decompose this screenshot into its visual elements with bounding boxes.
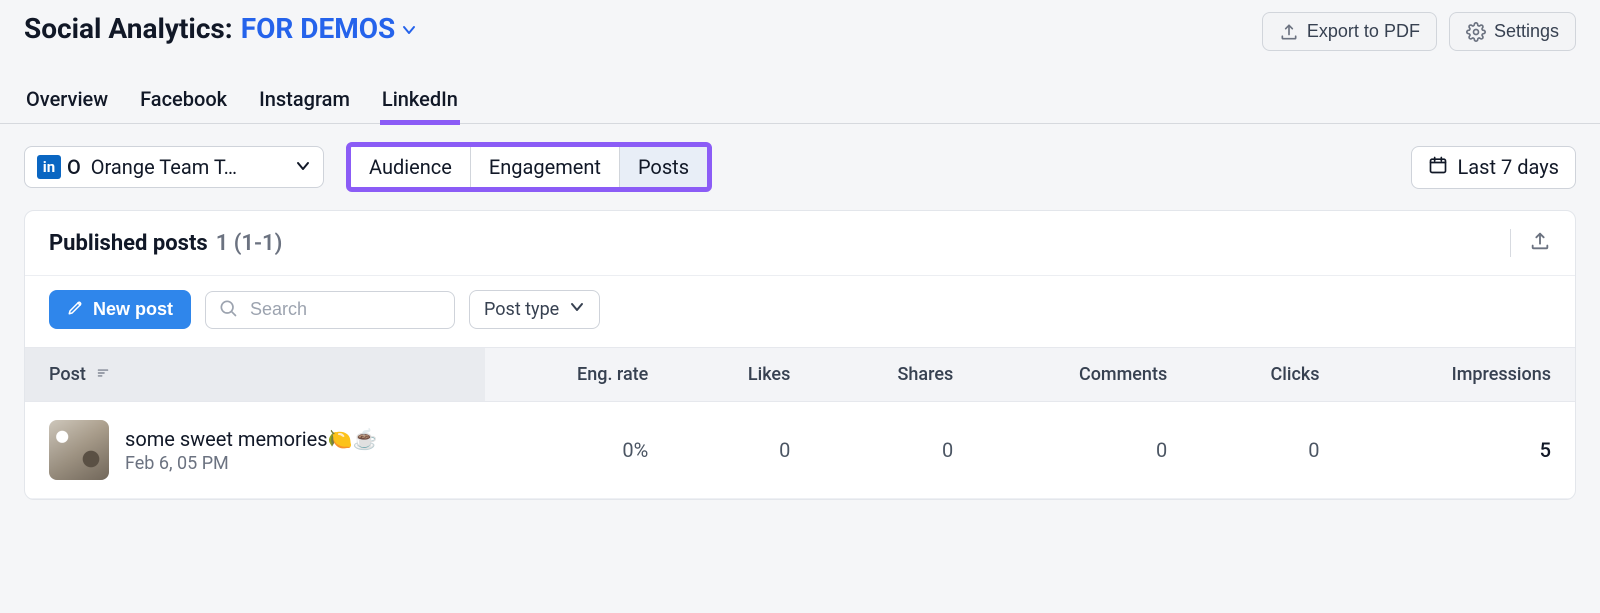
post-date: Feb 6, 05 PM — [125, 453, 377, 474]
segment-engagement[interactable]: Engagement — [471, 147, 620, 187]
page-header: Social Analytics: FOR DEMOS Export to PD… — [0, 0, 1600, 51]
date-range-selector[interactable]: Last 7 days — [1411, 146, 1576, 189]
search-input[interactable] — [248, 298, 442, 321]
panel-header-actions — [1510, 229, 1551, 257]
panel-title-text: Published posts — [49, 231, 208, 256]
divider — [1510, 229, 1511, 257]
col-comments[interactable]: Comments — [977, 348, 1191, 402]
network-tabs: Overview Facebook Instagram LinkedIn — [0, 51, 1600, 124]
table-head: Post Eng. rate Likes Shares Comments Cli… — [25, 348, 1575, 402]
tab-facebook[interactable]: Facebook — [138, 79, 229, 123]
cell-shares: 0 — [814, 402, 977, 499]
col-likes[interactable]: Likes — [672, 348, 814, 402]
account-initial: O — [67, 155, 81, 179]
chevron-down-icon — [401, 22, 415, 36]
export-icon[interactable] — [1529, 230, 1551, 256]
gear-icon — [1466, 22, 1486, 42]
col-eng-rate[interactable]: Eng. rate — [485, 348, 672, 402]
search-box[interactable] — [205, 291, 455, 329]
page-title-prefix: Social Analytics: — [24, 12, 233, 45]
panel-header: Published posts 1 (1-1) — [25, 211, 1575, 276]
cell-clicks: 0 — [1191, 402, 1343, 499]
subbar-left: in O Orange Team T… Audience Engagement … — [24, 142, 712, 192]
tab-linkedin[interactable]: LinkedIn — [380, 79, 460, 123]
cell-comments: 0 — [977, 402, 1191, 499]
linkedin-icon: in — [37, 155, 61, 179]
segment-posts[interactable]: Posts — [620, 147, 707, 187]
export-pdf-button[interactable]: Export to PDF — [1262, 12, 1437, 51]
cell-likes: 0 — [672, 402, 814, 499]
panel-count: 1 (1-1) — [216, 231, 283, 256]
new-post-button[interactable]: New post — [49, 290, 191, 329]
table-body: some sweet memories🍋☕ Feb 6, 05 PM 0% 0 … — [25, 402, 1575, 499]
account-label: Orange Team T… — [91, 155, 285, 179]
project-selector[interactable]: FOR DEMOS — [241, 12, 416, 45]
header-actions: Export to PDF Settings — [1262, 12, 1576, 51]
post-meta: some sweet memories🍋☕ Feb 6, 05 PM — [125, 427, 377, 474]
page-title-wrap: Social Analytics: FOR DEMOS — [24, 12, 415, 45]
sort-icon — [96, 364, 110, 385]
new-post-label: New post — [93, 299, 173, 320]
panel-title: Published posts 1 (1-1) — [49, 231, 282, 256]
post-title: some sweet memories🍋☕ — [125, 427, 377, 451]
pencil-icon — [67, 298, 85, 321]
settings-button[interactable]: Settings — [1449, 12, 1576, 51]
post-cell: some sweet memories🍋☕ Feb 6, 05 PM — [49, 420, 461, 480]
chevron-down-icon — [295, 155, 311, 179]
tab-instagram[interactable]: Instagram — [257, 79, 352, 123]
export-label: Export to PDF — [1307, 21, 1420, 42]
settings-label: Settings — [1494, 21, 1559, 42]
cell-eng-rate: 0% — [485, 402, 672, 499]
post-type-filter[interactable]: Post type — [469, 290, 600, 329]
project-name: FOR DEMOS — [241, 12, 396, 45]
segment-audience[interactable]: Audience — [351, 147, 471, 187]
date-range-label: Last 7 days — [1458, 155, 1559, 179]
search-icon — [218, 298, 238, 322]
col-shares[interactable]: Shares — [814, 348, 977, 402]
cell-impressions: 5 — [1344, 402, 1575, 499]
export-icon — [1279, 22, 1299, 42]
published-posts-panel: Published posts 1 (1-1) New post Post ty… — [24, 210, 1576, 500]
account-selector[interactable]: in O Orange Team T… — [24, 146, 324, 188]
post-type-label: Post type — [484, 299, 559, 320]
post-thumbnail — [49, 420, 109, 480]
chevron-down-icon — [569, 299, 585, 320]
subbar: in O Orange Team T… Audience Engagement … — [0, 124, 1600, 210]
col-post[interactable]: Post — [25, 348, 485, 402]
col-clicks[interactable]: Clicks — [1191, 348, 1343, 402]
table-row[interactable]: some sweet memories🍋☕ Feb 6, 05 PM 0% 0 … — [25, 402, 1575, 499]
col-post-label: Post — [49, 364, 86, 385]
col-impressions[interactable]: Impressions — [1344, 348, 1575, 402]
tab-overview[interactable]: Overview — [24, 79, 110, 123]
panel-toolbar: New post Post type — [25, 276, 1575, 347]
posts-table: Post Eng. rate Likes Shares Comments Cli… — [25, 347, 1575, 499]
section-segmented-control: Audience Engagement Posts — [346, 142, 712, 192]
calendar-icon — [1428, 155, 1448, 180]
